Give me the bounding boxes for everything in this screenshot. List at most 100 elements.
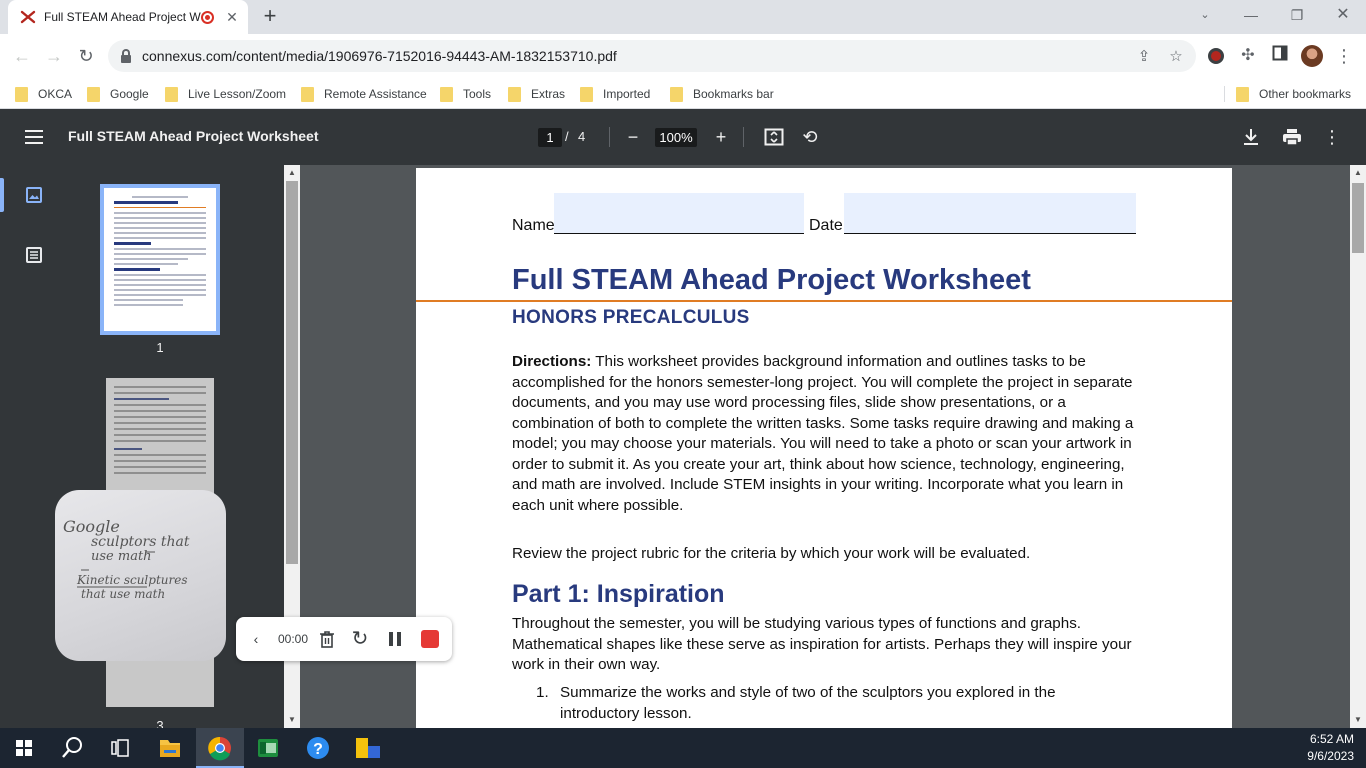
bookmark-bookmarks-bar[interactable]: Bookmarks bar <box>670 83 774 105</box>
part-1-paragraph: Throughout the semester, you will be stu… <box>512 615 1132 673</box>
bookmark-tools[interactable]: Tools <box>440 83 491 105</box>
system-clock[interactable]: 6:52 AM 9/6/2023 <box>1307 731 1354 765</box>
pause-recording-button[interactable] <box>384 628 406 650</box>
bookmark-live-lesson[interactable]: Live Lesson/Zoom <box>165 83 286 105</box>
new-tab-button[interactable]: + <box>258 4 282 28</box>
bookmark-other[interactable]: Other bookmarks <box>1236 83 1351 105</box>
name-date-form: Name Date <box>512 193 1136 234</box>
folder-icon <box>1236 86 1249 102</box>
pdf-page-1: Name Date Full STEAM Ahead Project Works… <box>416 168 1232 728</box>
scroll-down-arrow-icon[interactable]: ▼ <box>284 713 300 727</box>
document-title: Full STEAM Ahead Project Worksheet <box>512 264 1031 296</box>
review-paragraph: Review the project rubric for the criter… <box>512 545 1031 562</box>
task-view-icon[interactable] <box>96 728 144 768</box>
active-view-indicator <box>0 178 4 212</box>
restore-button[interactable]: ❐ <box>1274 0 1320 34</box>
note-line-3: use math <box>91 549 152 564</box>
recording-timer: 00:00 <box>277 632 309 646</box>
delete-recording-button[interactable] <box>316 628 338 650</box>
name-field[interactable] <box>554 193 804 234</box>
reload-button[interactable]: ↻ <box>73 43 99 69</box>
restart-recording-button[interactable]: ↻ <box>348 628 372 650</box>
toolbar-divider <box>609 127 610 147</box>
svg-text:?: ? <box>313 741 323 758</box>
stop-recording-button[interactable] <box>419 628 441 650</box>
tab-search-icon[interactable]: ⌄ <box>1182 0 1228 34</box>
print-button[interactable] <box>1278 123 1306 151</box>
bookmarks-bar: OKCA Google Live Lesson/Zoom Remote Assi… <box>0 78 1366 109</box>
extensions-puzzle-icon[interactable]: ✣ <box>1237 45 1259 67</box>
thumbnail-label-1: 1 <box>156 340 164 355</box>
sticky-app-icon[interactable] <box>344 728 392 768</box>
profile-avatar[interactable] <box>1301 45 1323 67</box>
file-explorer-icon[interactable] <box>146 728 194 768</box>
folder-icon <box>301 86 314 102</box>
connexus-favicon-icon <box>20 9 36 25</box>
rotate-button[interactable]: ⟲ <box>796 123 824 151</box>
zoom-out-button[interactable]: − <box>619 123 647 151</box>
windows-start-icon[interactable] <box>0 728 48 768</box>
minimize-button[interactable]: — <box>1228 0 1274 34</box>
collapse-chevron-icon[interactable]: ‹ <box>248 628 264 650</box>
clock-date: 9/6/2023 <box>1307 749 1354 763</box>
help-icon[interactable]: ? <box>294 728 342 768</box>
recording-control-bar: ‹ 00:00 ↻ <box>236 617 452 661</box>
bookmark-remote-assistance[interactable]: Remote Assistance <box>301 83 427 105</box>
webcam-bubble[interactable]: Google sculptors that use math Kinetic s… <box>55 490 226 661</box>
viewer-scrollbar[interactable]: ▲ ▼ <box>1350 165 1366 728</box>
note-line-2: sculptors that <box>91 534 190 550</box>
bookmarks-divider <box>1224 86 1225 102</box>
clock-time: 6:52 AM <box>1309 732 1354 746</box>
pdf-toolbar: Full STEAM Ahead Project Worksheet 1 / 4… <box>0 109 1366 165</box>
zoom-input[interactable]: 100% <box>655 128 697 147</box>
thumbnail-view-icon[interactable] <box>22 183 46 207</box>
viewer-scroll-thumb[interactable] <box>1352 183 1364 253</box>
browser-menu-icon[interactable]: ⋮ <box>1333 45 1355 67</box>
back-button[interactable]: ← <box>9 43 35 69</box>
chrome-taskbar-icon[interactable] <box>196 728 244 768</box>
title-rule <box>416 300 1232 302</box>
sidebar-menu-icon[interactable] <box>25 130 43 144</box>
screen-recorder-extension-icon[interactable] <box>1205 45 1227 67</box>
tab-strip: Full STEAM Ahead Project W ✕ + ⌄ — ❐ ✕ <box>0 0 1366 34</box>
windows-taskbar: ? 6:52 AM 9/6/2023 <box>0 728 1366 768</box>
bookmark-okca[interactable]: OKCA <box>15 83 72 105</box>
page-number-input[interactable]: 1 <box>538 128 562 147</box>
tab-close-icon[interactable]: ✕ <box>224 9 240 26</box>
date-label: Date <box>809 217 843 234</box>
green-app-icon[interactable] <box>244 728 292 768</box>
page-1-thumbnail[interactable] <box>100 184 220 335</box>
download-button[interactable] <box>1237 123 1265 151</box>
forward-button[interactable]: → <box>41 43 67 69</box>
scroll-up-arrow-icon[interactable]: ▲ <box>1350 166 1366 180</box>
address-bar[interactable]: connexus.com/content/media/1906976-71520… <box>108 40 1196 72</box>
tab-active[interactable]: Full STEAM Ahead Project W ✕ <box>8 0 248 34</box>
toolbar-divider <box>743 127 744 147</box>
pdf-more-options-icon[interactable]: ⋮ <box>1318 123 1346 151</box>
close-window-button[interactable]: ✕ <box>1320 0 1366 34</box>
folder-icon <box>15 86 28 102</box>
scroll-up-arrow-icon[interactable]: ▲ <box>284 166 300 180</box>
search-icon[interactable] <box>48 728 96 768</box>
directions-label: Directions: <box>512 353 592 370</box>
share-icon[interactable]: ⇪ <box>1134 47 1154 65</box>
bookmark-star-icon[interactable]: ☆ <box>1166 47 1186 65</box>
directions-text: This worksheet provides background infor… <box>512 353 1134 514</box>
date-field[interactable] <box>844 193 1136 234</box>
folder-icon <box>440 86 453 102</box>
fit-to-page-button[interactable] <box>760 123 788 151</box>
folder-icon <box>670 86 683 102</box>
sidebar-scroll-thumb[interactable] <box>286 181 298 564</box>
handwritten-note: Google sculptors that use math Kinetic s… <box>63 517 190 601</box>
side-panel-icon[interactable] <box>1269 45 1291 67</box>
scroll-down-arrow-icon[interactable]: ▼ <box>1350 713 1366 727</box>
zoom-in-button[interactable]: + <box>707 123 735 151</box>
outline-view-icon[interactable] <box>22 243 46 267</box>
list-item-text: Summarize the works and style of two of … <box>560 684 1056 722</box>
page-total: 4 <box>578 129 586 144</box>
bookmark-google[interactable]: Google <box>87 83 149 105</box>
bookmark-imported[interactable]: Imported <box>580 83 650 105</box>
pdf-title: Full STEAM Ahead Project Worksheet <box>68 128 319 144</box>
folder-icon <box>508 86 521 102</box>
bookmark-extras[interactable]: Extras <box>508 83 565 105</box>
